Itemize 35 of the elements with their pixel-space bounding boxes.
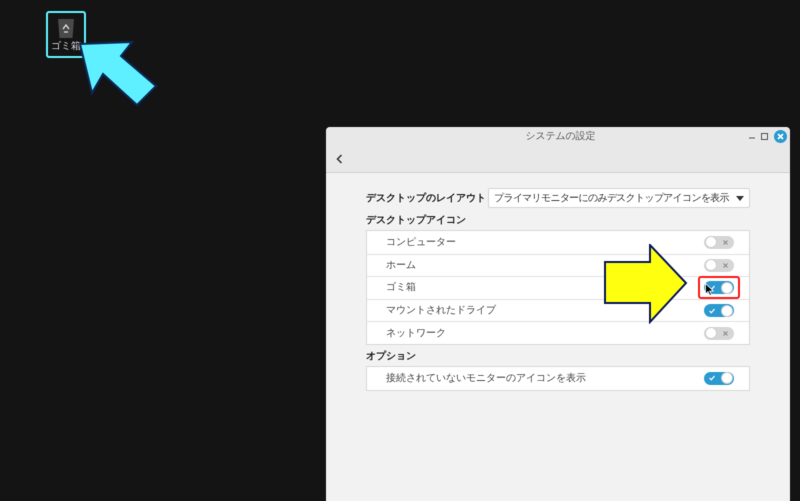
row-label: ゴミ箱 — [386, 281, 416, 296]
check-icon — [709, 308, 715, 314]
maximize-icon[interactable] — [761, 132, 768, 140]
section-title: オプション — [366, 350, 417, 364]
toggle-switch[interactable] — [704, 304, 734, 318]
toggle-knob — [704, 236, 716, 248]
toggle-switch[interactable] — [704, 326, 734, 340]
toggle-knob — [704, 327, 716, 340]
row-label: ホーム — [386, 258, 416, 273]
row-label: ネットワーク — [386, 326, 446, 341]
arrow-icon — [604, 244, 688, 324]
layout-label: デスクトップのレイアウト — [366, 191, 486, 206]
row-label: 接続されていないモニターのアイコンを表示 — [386, 372, 586, 386]
window-title: システムの設定 — [524, 130, 596, 144]
trash-icon — [57, 17, 75, 39]
back-icon[interactable] — [336, 154, 343, 164]
check-icon — [709, 375, 715, 382]
x-icon — [723, 262, 728, 268]
dropdown-caret-icon — [736, 196, 744, 200]
row-label: マウントされたドライブ — [386, 304, 496, 318]
close-icon[interactable] — [774, 130, 787, 142]
toggle-knob — [704, 259, 716, 272]
x-icon — [723, 240, 728, 245]
toggle-knob — [721, 372, 733, 384]
toggle-switch[interactable] — [704, 372, 734, 385]
toggle-switch[interactable] — [704, 258, 734, 272]
toggle-switch[interactable] — [704, 236, 734, 249]
icon-label: ゴミ箱 — [51, 42, 81, 52]
toggle-knob — [721, 304, 733, 317]
section-title: デスクトップアイコン — [366, 214, 467, 228]
x-icon — [723, 330, 728, 336]
toggle-knob — [721, 282, 733, 294]
cursor-icon — [705, 283, 714, 296]
layout-dropdown[interactable]: プライマリモニターにのみデスクトップアイコンを表示 — [488, 188, 750, 208]
row-label: コンピューター — [386, 236, 456, 250]
